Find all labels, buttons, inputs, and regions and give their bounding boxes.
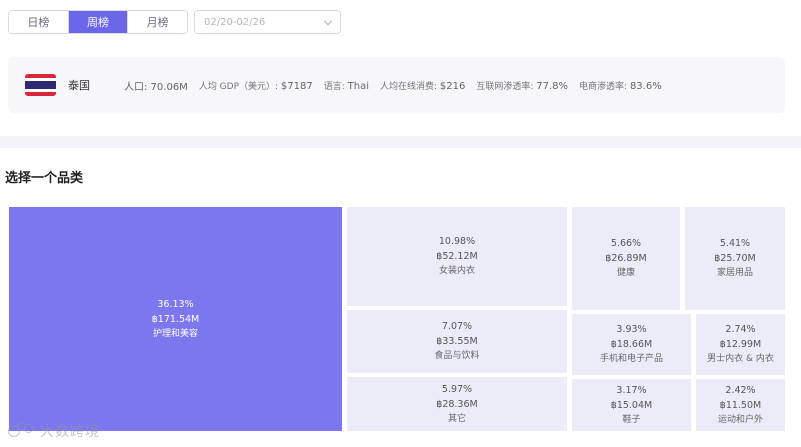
tab-daily[interactable]: 日榜	[9, 11, 69, 33]
period-tabs: 日榜 周榜 月榜	[8, 10, 188, 34]
population-stat: 人口: 70.06M	[124, 81, 188, 93]
date-range-select[interactable]: 02/20-02/26	[194, 10, 341, 34]
tab-weekly[interactable]: 周榜	[68, 11, 129, 33]
thailand-flag-icon	[25, 74, 56, 96]
date-range-value: 02/20-02/26	[204, 16, 266, 28]
section-title: 选择一个品类	[5, 171, 84, 186]
language-stat: 语言: Thai	[323, 80, 369, 92]
category-tile-womens-wear[interactable]: 10.98% ฿52.12M 女装内衣	[347, 207, 567, 306]
category-tile-sports[interactable]: 2.42% ฿11.50M 运动和户外	[696, 379, 785, 431]
category-tile-food[interactable]: 7.07% ฿33.55M 食品与饮料	[347, 310, 567, 373]
online-spend-stat: 人均在线消费: $216	[379, 80, 466, 92]
category-tile-other[interactable]: 5.97% ฿28.36M 其它	[347, 377, 567, 431]
category-tile-mens-underwear[interactable]: 2.74% ฿12.99M 男士内衣 & 内衣	[696, 314, 785, 375]
gdp-stat: 人均 GDP（美元）: $7187	[198, 80, 313, 92]
category-tile-electronics[interactable]: 3.93% ฿18.66M 手机和电子产品	[572, 314, 691, 375]
watermark-text: 大数跨境	[40, 424, 100, 440]
watermark-logo-icon	[8, 422, 36, 440]
tab-monthly[interactable]: 月榜	[128, 11, 187, 33]
category-tile-home[interactable]: 5.41% ฿25.70M 家居用品	[685, 207, 785, 310]
country-info-card: 泰国 人口: 70.06M 人均 GDP（美元）: $7187 语言: Thai…	[8, 57, 785, 113]
section-divider	[0, 136, 801, 148]
chevron-down-icon	[323, 16, 333, 25]
watermark: 大数跨境	[8, 421, 100, 441]
ecommerce-penetration-stat: 电商渗透率: 83.6%	[579, 80, 662, 92]
country-name: 泰国	[68, 79, 90, 92]
internet-penetration-stat: 互联网渗透率: 77.8%	[476, 80, 569, 92]
category-tile-health[interactable]: 5.66% ฿26.89M 健康	[572, 207, 680, 310]
category-tile-beauty[interactable]: 36.13% ฿171.54M 护理和美容	[9, 207, 342, 431]
category-tile-shoes[interactable]: 3.17% ฿15.04M 鞋子	[572, 379, 691, 431]
